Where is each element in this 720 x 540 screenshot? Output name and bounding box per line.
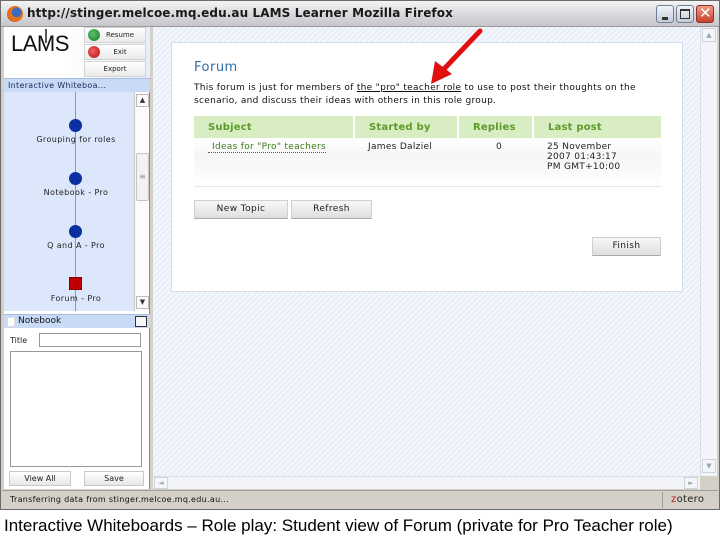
logo-area: LAMS Resume Exit Export <box>4 27 150 79</box>
firefox-icon <box>7 6 23 22</box>
notebook-header: Notebook <box>4 314 150 328</box>
arrow-shaft <box>440 28 483 73</box>
lams-sidebar: LAMS Resume Exit Export Interactive Whit… <box>4 27 150 489</box>
activity-label[interactable]: Q and A - Pro <box>4 241 134 250</box>
save-button[interactable]: Save <box>84 471 144 486</box>
sequence-title: Interactive Whiteboa... <box>4 78 150 92</box>
notebook-title-input[interactable] <box>39 333 141 347</box>
activity-label[interactable]: Grouping for roles <box>4 135 134 144</box>
scroll-up-button[interactable]: ▲ <box>136 94 149 107</box>
topics-table: Subject Started by Replies Last post Ide… <box>194 116 661 187</box>
scroll-right-button[interactable]: ► <box>684 477 698 489</box>
resume-icon <box>88 29 100 41</box>
column-header-last-post: Last post <box>533 116 661 138</box>
maximize-notebook-icon[interactable] <box>135 316 147 327</box>
close-button[interactable]: ✕ <box>696 4 714 23</box>
scroll-down-button[interactable]: ▼ <box>702 459 716 473</box>
scroll-up-button[interactable]: ▲ <box>702 28 716 42</box>
topic-started-by: James Dalziel <box>354 138 458 187</box>
title-bar: http://stinger.melcoe.mq.edu.au LAMS Lea… <box>1 1 719 27</box>
slide-caption: Interactive Whiteboards – Role play: Stu… <box>4 516 673 535</box>
topic-subject-cell: Ideas for "Pro" teachers <box>194 138 354 187</box>
new-topic-button[interactable]: New Topic <box>194 200 288 219</box>
page-vertical-scrollbar[interactable]: ▲ ▼ <box>700 27 717 476</box>
scroll-thumb[interactable]: ≡ <box>136 153 149 201</box>
red-arrow-annotation <box>431 28 483 84</box>
lams-logo: LAMS <box>11 31 69 56</box>
topic-replies: 0 <box>458 138 533 187</box>
scroll-down-button[interactable]: ▼ <box>136 296 149 309</box>
exit-button[interactable]: Exit <box>84 44 146 60</box>
maximize-icon <box>680 9 690 19</box>
view-all-button[interactable]: View All <box>9 471 71 486</box>
column-header-subject: Subject <box>194 116 355 138</box>
activity-label[interactable]: Forum - Pro <box>4 294 134 303</box>
activity-node-grouping[interactable] <box>69 119 82 132</box>
topic-last-post: 25 November 2007 01:43:17 PM GMT+10:00 <box>533 138 661 187</box>
window-title: http://stinger.melcoe.mq.edu.au LAMS Lea… <box>27 6 453 20</box>
status-text: Transferring data from stinger.melcoe.mq… <box>10 495 229 504</box>
notebook-body-textarea[interactable] <box>10 351 142 467</box>
sequence-scrollbar[interactable]: ▲ ≡ ▼ <box>134 92 149 311</box>
resume-button[interactable]: Resume <box>84 27 146 43</box>
finish-button[interactable]: Finish <box>592 237 661 256</box>
minimize-icon <box>662 17 668 20</box>
activity-node-forum-current[interactable] <box>69 277 82 290</box>
notebook-title-label: Title <box>10 336 28 345</box>
column-header-started-by: Started by <box>354 116 459 138</box>
maximize-button[interactable] <box>676 5 694 23</box>
refresh-button[interactable]: Refresh <box>291 200 372 219</box>
zotero-button[interactable]: zotero <box>662 492 716 508</box>
scroll-left-button[interactable]: ◄ <box>154 477 168 489</box>
document-icon <box>7 317 15 327</box>
close-icon: ✕ <box>699 4 712 22</box>
table-row: Ideas for "Pro" teachers James Dalziel 0… <box>194 138 661 187</box>
browser-window: http://stinger.melcoe.mq.edu.au LAMS Lea… <box>0 0 720 510</box>
activity-node-notebook[interactable] <box>69 172 82 185</box>
sequence-map: Grouping for roles Notebook - Pro Q and … <box>4 92 134 311</box>
table-header-row: Subject Started by Replies Last post <box>194 116 661 138</box>
page-title: Forum <box>194 60 238 75</box>
exit-icon <box>88 46 100 58</box>
topic-link[interactable]: Ideas for "Pro" teachers <box>208 142 326 153</box>
main-content: Forum This forum is just for members of … <box>153 27 700 476</box>
activity-node-qa[interactable] <box>69 225 82 238</box>
minimize-button[interactable] <box>656 5 674 23</box>
status-bar: Transferring data from stinger.melcoe.mq… <box>2 490 718 509</box>
column-header-replies: Replies <box>458 116 534 138</box>
page-horizontal-scrollbar[interactable]: ◄ ► <box>153 476 700 489</box>
export-button[interactable]: Export <box>84 61 146 77</box>
activity-label[interactable]: Notebook - Pro <box>4 188 134 197</box>
